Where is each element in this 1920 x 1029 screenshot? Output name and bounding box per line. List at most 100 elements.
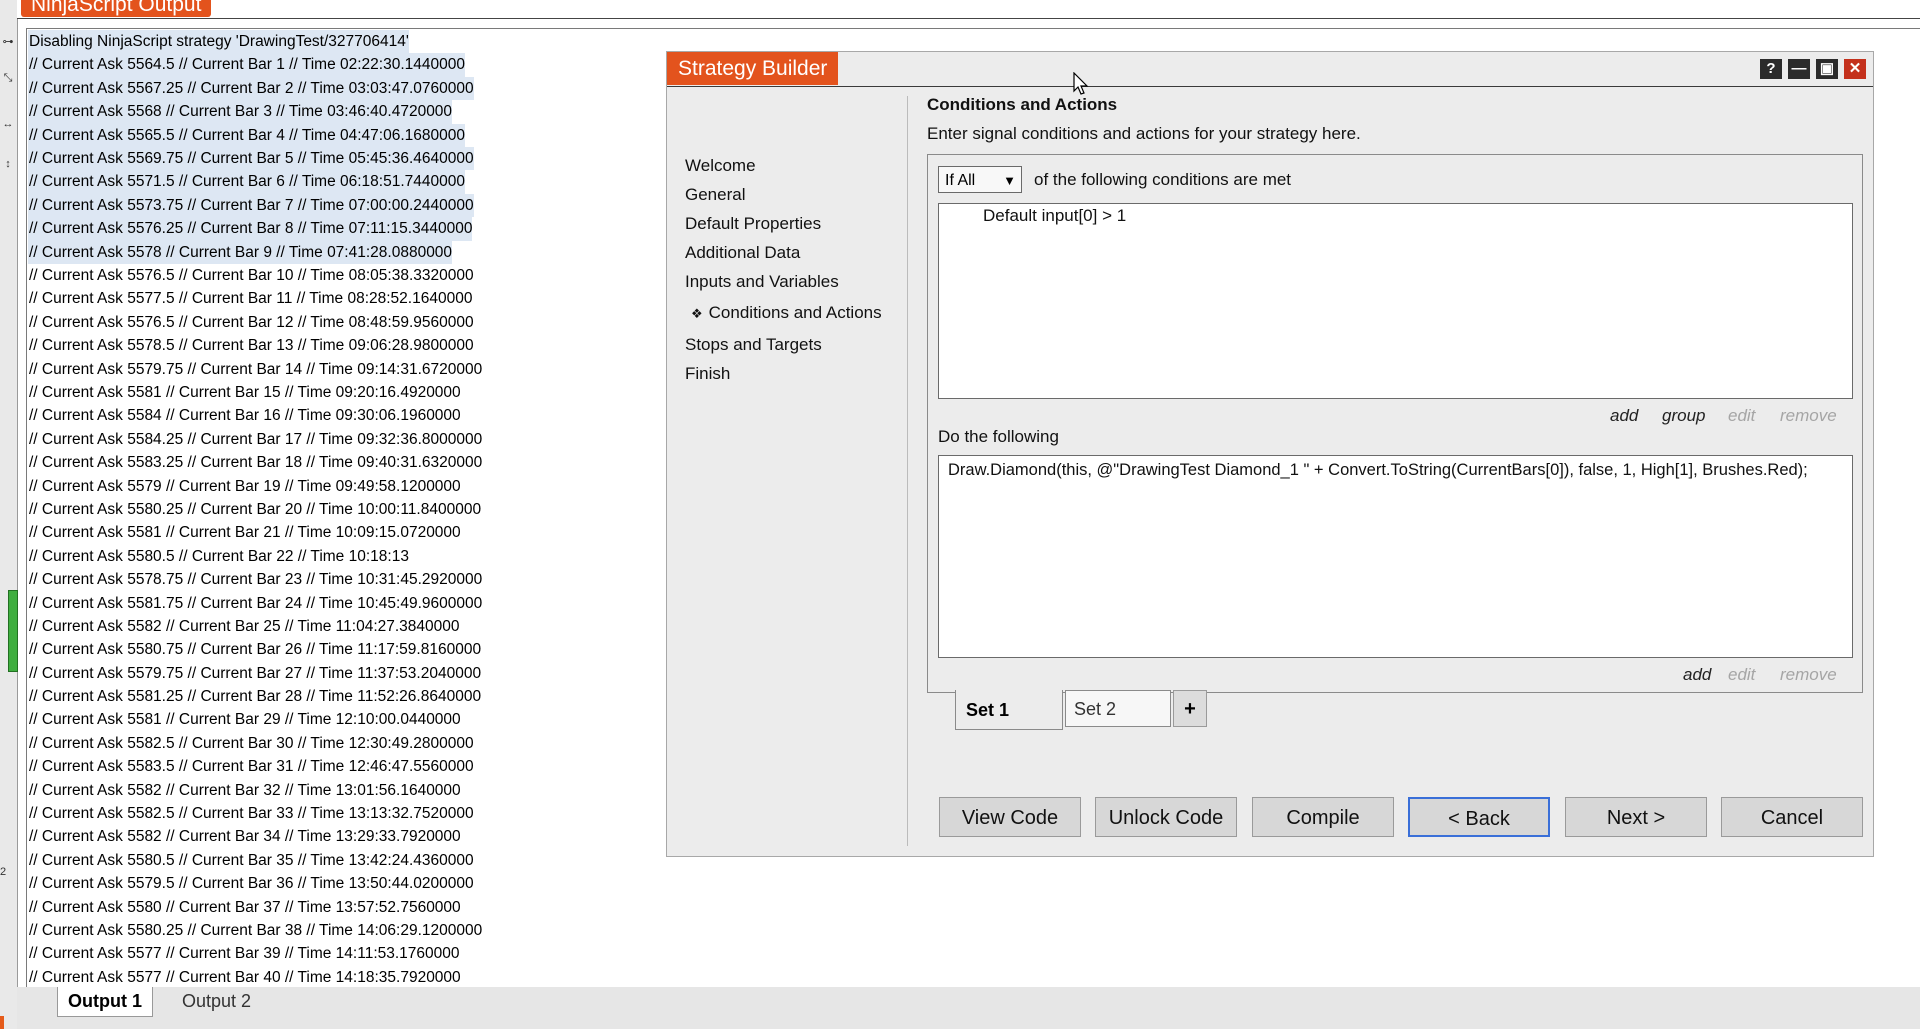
log-line: // Current Ask 5582 // Current Bar 34 //…	[29, 828, 461, 846]
condition-item[interactable]: Default input[0] > 1	[983, 206, 1126, 226]
edit-action-button[interactable]: edit	[1728, 665, 1755, 685]
remove-condition-button[interactable]: remove	[1780, 406, 1837, 426]
tab-output-2[interactable]: Output 2	[172, 987, 261, 1016]
strategy-builder-dialog: Strategy Builder ? — ▣ ✕ Welcome General…	[666, 51, 1874, 857]
cancel-button[interactable]: Cancel	[1721, 797, 1863, 837]
back-button[interactable]: < Back	[1408, 797, 1550, 837]
log-line: // Current Ask 5577 // Current Bar 39 //…	[29, 945, 460, 963]
log-line: // Current Ask 5569.75 // Current Bar 5 …	[28, 147, 474, 171]
log-line: // Current Ask 5582 // Current Bar 25 //…	[29, 617, 460, 635]
view-code-button[interactable]: View Code	[939, 797, 1081, 837]
side-number: 2	[0, 866, 7, 878]
nav-item-stops-targets[interactable]: Stops and Targets	[685, 335, 822, 355]
log-line: // Current Ask 5576.5 // Current Bar 10 …	[29, 267, 474, 285]
chart-bar-fragment	[8, 590, 18, 672]
log-line: // Current Ask 5580 // Current Bar 37 //…	[29, 898, 461, 916]
nav-divider	[907, 96, 908, 846]
log-line: // Current Ask 5567.25 // Current Bar 2 …	[28, 76, 474, 101]
log-line: // Current Ask 5578.5 // Current Bar 13 …	[29, 337, 474, 355]
log-line: // Current Ask 5571.5 // Current Bar 6 /…	[28, 170, 465, 194]
log-line: // Current Ask 5580.5 // Current Bar 35 …	[29, 851, 474, 869]
actions-list[interactable]: Draw.Diamond(this, @"DrawingTest Diamond…	[938, 455, 1853, 658]
log-line: // Current Ask 5577.5 // Current Bar 11 …	[29, 290, 473, 308]
next-button[interactable]: Next >	[1565, 797, 1707, 837]
log-line: // Current Ask 5578 // Current Bar 9 // …	[28, 240, 453, 265]
vertical-line-tool-icon[interactable]: ↕	[2, 158, 14, 170]
edit-condition-button[interactable]: edit	[1728, 406, 1755, 426]
set-panel: If All ▼ of the following conditions are…	[927, 154, 1863, 693]
diamond-bullet-icon: ❖	[691, 306, 703, 321]
log-line: // Current Ask 5576.5 // Current Bar 12 …	[29, 313, 474, 331]
ninjascript-titlebar: NinjaScript Output	[17, 0, 1920, 19]
log-line: Disabling NinjaScript strategy 'DrawingT…	[28, 30, 409, 54]
log-line: // Current Ask 5580.25 // Current Bar 38…	[29, 922, 483, 939]
log-line: // Current Ask 5580.75 // Current Bar 26…	[29, 641, 482, 659]
wizard-nav: Welcome General Default Properties Addit…	[667, 87, 907, 855]
log-line: // Current Ask 5579.75 // Current Bar 14…	[29, 360, 483, 378]
action-item[interactable]: Draw.Diamond(this, @"DrawingTest Diamond…	[948, 461, 1808, 480]
nav-item-additional-data[interactable]: Additional Data	[685, 243, 800, 263]
unlock-code-button[interactable]: Unlock Code	[1095, 797, 1237, 837]
horizontal-line-tool-icon[interactable]: ↔	[2, 118, 14, 130]
remove-action-button[interactable]: remove	[1780, 665, 1837, 685]
log-line: // Current Ask 5577 // Current Bar 40 //…	[29, 968, 461, 986]
tab-set-1[interactable]: Set 1	[955, 690, 1063, 730]
log-line: // Current Ask 5565.5 // Current Bar 4 /…	[28, 123, 465, 148]
log-line: // Current Ask 5579.5 // Current Bar 36 …	[29, 875, 474, 893]
strategy-builder-titlebar[interactable]: Strategy Builder ? — ▣ ✕	[667, 52, 1873, 87]
conditions-list[interactable]: Default input[0] > 1	[938, 203, 1853, 399]
nav-item-general[interactable]: General	[685, 185, 745, 205]
section-subtitle: Enter signal conditions and actions for …	[927, 124, 1361, 143]
nav-item-welcome[interactable]: Welcome	[685, 156, 756, 176]
log-line: // Current Ask 5580.5 // Current Bar 22 …	[29, 547, 409, 565]
log-line: // Current Ask 5580.25 // Current Bar 20…	[29, 500, 482, 518]
add-set-button[interactable]: +	[1173, 690, 1207, 727]
diagonal-line-tool-icon[interactable]: ⤡	[2, 72, 14, 84]
section-title: Conditions and Actions	[927, 95, 1118, 114]
log-line: // Current Ask 5564.5 // Current Bar 1 /…	[28, 53, 465, 77]
condition-mode-select[interactable]: If All ▼	[938, 166, 1022, 193]
nav-item-inputs-variables[interactable]: Inputs and Variables	[685, 272, 839, 292]
add-action-button[interactable]: add	[1683, 665, 1711, 685]
log-line: // Current Ask 5568 // Current Bar 3 // …	[28, 100, 453, 124]
group-condition-button[interactable]: group	[1662, 406, 1705, 426]
chevron-down-icon: ▼	[1003, 173, 1016, 188]
log-line: // Current Ask 5576.25 // Current Bar 8 …	[28, 217, 473, 241]
log-line: // Current Ask 5581.75 // Current Bar 24…	[29, 594, 483, 612]
log-line: // Current Ask 5581 // Current Bar 29 //…	[29, 711, 461, 729]
log-line: // Current Ask 5583.5 // Current Bar 31 …	[29, 758, 474, 776]
line-tool-icon[interactable]: ⊶	[2, 36, 14, 48]
help-button[interactable]: ?	[1760, 59, 1782, 79]
nav-item-default-properties[interactable]: Default Properties	[685, 214, 821, 234]
orange-indicator	[0, 1016, 4, 1029]
log-line: // Current Ask 5582.5 // Current Bar 30 …	[29, 734, 474, 752]
log-line: // Current Ask 5582.5 // Current Bar 33 …	[29, 805, 474, 823]
compile-button[interactable]: Compile	[1252, 797, 1394, 837]
output-tab-bar: Output 1 Output 2	[17, 987, 1920, 1029]
nav-item-finish[interactable]: Finish	[685, 364, 730, 384]
nav-item-conditions-actions[interactable]: ❖ Conditions and Actions	[691, 303, 882, 323]
close-button[interactable]: ✕	[1844, 59, 1866, 79]
ninjascript-title: NinjaScript Output	[21, 0, 212, 17]
log-line: // Current Ask 5582 // Current Bar 32 //…	[29, 781, 461, 799]
add-condition-button[interactable]: add	[1610, 406, 1638, 426]
log-line: // Current Ask 5584 // Current Bar 16 //…	[29, 407, 461, 425]
nav-item-label: Conditions and Actions	[708, 303, 882, 322]
log-line: // Current Ask 5581.25 // Current Bar 28…	[29, 688, 482, 706]
tab-output-1[interactable]: Output 1	[57, 987, 153, 1017]
log-line: // Current Ask 5583.25 // Current Bar 18…	[29, 454, 483, 472]
log-line: // Current Ask 5584.25 // Current Bar 17…	[29, 430, 483, 448]
log-line: // Current Ask 5573.75 // Current Bar 7 …	[28, 193, 474, 218]
log-line: // Current Ask 5581 // Current Bar 21 //…	[29, 524, 461, 542]
log-list: Disabling NinjaScript strategy 'DrawingT…	[28, 30, 483, 987]
log-line: // Current Ask 5579.75 // Current Bar 27…	[29, 664, 482, 682]
condition-mode-value: If All	[945, 172, 976, 189]
left-toolbar-strip: ⊶ ⤡ ↔ ↕ 2	[0, 0, 18, 1029]
do-following-label: Do the following	[938, 427, 1059, 446]
log-line: // Current Ask 5578.75 // Current Bar 23…	[29, 571, 483, 589]
tab-set-2[interactable]: Set 2	[1065, 690, 1171, 727]
strategy-builder-title: Strategy Builder	[667, 52, 839, 85]
minimize-button[interactable]: —	[1788, 59, 1810, 79]
maximize-button[interactable]: ▣	[1816, 59, 1838, 79]
condition-mode-text: of the following conditions are met	[1034, 170, 1292, 189]
